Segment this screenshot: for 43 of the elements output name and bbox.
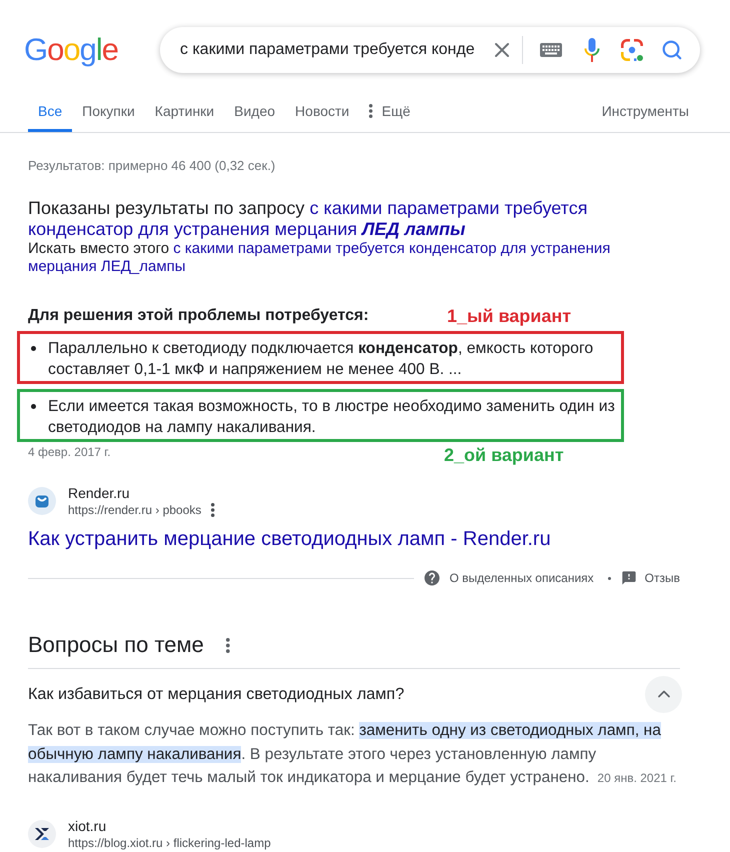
result-title-link[interactable]: Как устранить мерцание светодиодных ламп - Render.ru [28, 526, 551, 552]
site-name: Render.ru [68, 484, 130, 502]
more-icon [369, 104, 373, 118]
site-url: https://render.ru › pbooks [68, 502, 202, 518]
tab[interactable]: Ещё [359, 90, 420, 132]
tab[interactable]: Все [28, 90, 72, 132]
search-input[interactable]: с какими параметрами требуется конде [180, 38, 480, 62]
tools-button[interactable]: Инструменты [592, 90, 699, 132]
site-favicon-icon [28, 820, 56, 848]
question-text[interactable]: Как избавиться от мерцания светодиодных ламп? [28, 682, 404, 706]
keyboard-icon[interactable] [540, 43, 562, 57]
feedback-icon [620, 570, 637, 586]
tab[interactable]: Картинки [144, 90, 224, 132]
tab[interactable]: Новости [285, 90, 360, 132]
section-title: Вопросы по теме [28, 631, 204, 659]
tab[interactable]: Покупки [72, 90, 145, 132]
search-icon [661, 39, 683, 61]
expand-toggle-button[interactable] [645, 676, 682, 712]
result-stats: Результатов: примерно 46 400 (0,32 сек.) [28, 158, 276, 174]
tab[interactable]: Видео [224, 90, 286, 132]
snippet-list-item: Если имеется такая возможность, то в люстре необходимо заменить один из светодиодов на лампу накаливания. [48, 397, 616, 438]
more-options-icon[interactable] [211, 503, 215, 517]
snippet-heading: Для решения этой проблемы потребуется: [28, 306, 369, 326]
answer-text: Так вот в таком случае можно поступить так: заменить одну из светодиодных ламп, на обычную лампу накаливания. В результате этого через установленную лампу накаливания будет течь малый ток индикатора и мерцание будет устранено. 20 янв. 2021 г. [28, 721, 678, 788]
camera-search-icon[interactable] [621, 39, 643, 61]
site-favicon-icon [28, 487, 56, 515]
search-button[interactable] [661, 39, 683, 61]
microphone-icon[interactable] [584, 38, 600, 62]
snippet-date: 4 февр. 2017 г. [28, 444, 111, 460]
logo[interactable]: Google [24, 32, 116, 68]
search-instead-text: Искать вместо этого с какими параметрами требуется конденсатор для устранения мерцания ЛЕД_лампы [28, 240, 612, 276]
annotation-label: 1_ый вариант [447, 305, 572, 327]
site-url: https://blog.xiot.ru › flickering-led-lamp [68, 834, 271, 850]
help-icon [423, 569, 442, 587]
spelling-correction-text: Показаны результаты по запросу с какими параметрами требуется конденсатор для устранения мерцания ЛЕД лампы [28, 198, 588, 240]
bullet-icon [31, 346, 36, 351]
snippet-list-item: Параллельно к светодиоду подключается конденсатор, емкость которого составляет 0,1-1 мкФ и напряжением не менее 400 В. ... [48, 339, 594, 380]
bullet-icon [31, 404, 36, 409]
feedback-link[interactable]: Отзыв [644, 569, 680, 587]
annotation-label: 2_ой вариант [444, 444, 564, 466]
more-options-icon[interactable] [226, 638, 230, 652]
site-name: xiot.ru [68, 816, 106, 834]
about-snippets-link[interactable]: О выделенных описаниях [449, 569, 594, 587]
